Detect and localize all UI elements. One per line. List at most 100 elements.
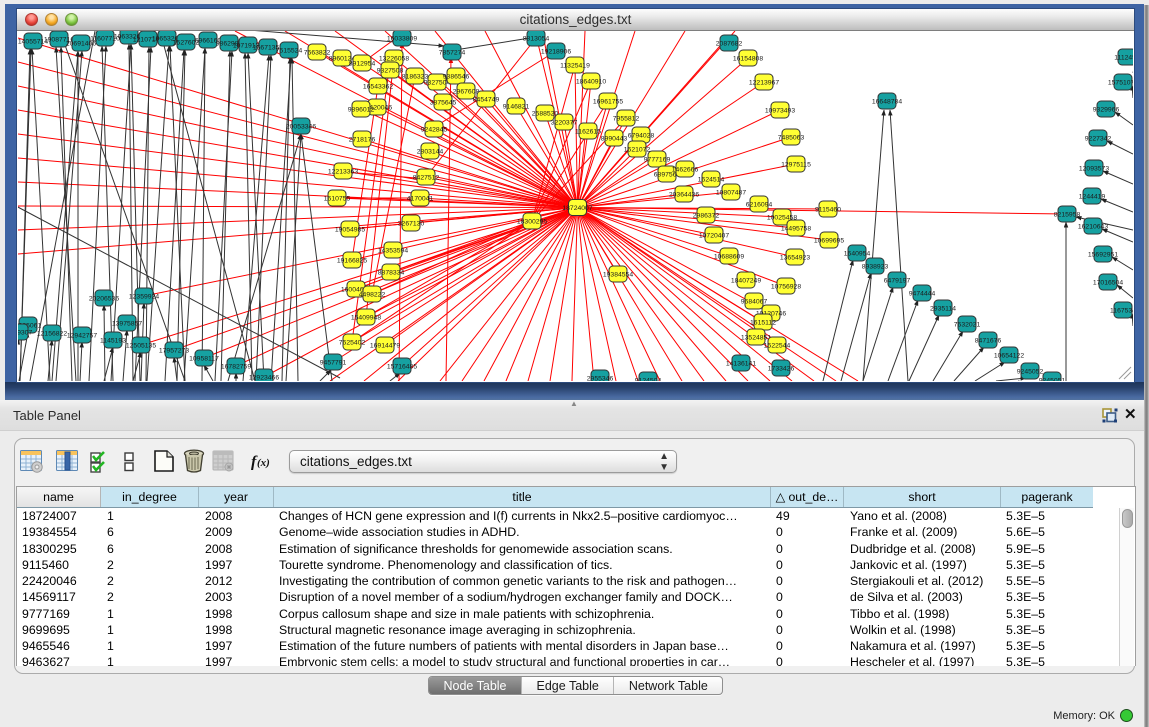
svg-text:16154808: 16154808 [733, 56, 763, 63]
svg-text:16961755: 16961755 [593, 99, 623, 106]
svg-text:13524851: 13524851 [741, 335, 771, 342]
svg-text:9457791: 9457791 [320, 360, 347, 367]
svg-text:9115460: 9115460 [815, 207, 841, 214]
svg-text:14495758: 14495758 [781, 226, 811, 233]
svg-text:1610755: 1610755 [324, 196, 351, 203]
svg-text:2955346: 2955346 [587, 376, 614, 382]
svg-text:6216094: 6216094 [746, 202, 773, 209]
svg-text:19384554: 19384554 [603, 272, 633, 279]
svg-text:1462666: 1462666 [672, 167, 699, 174]
svg-text:8878334: 8878334 [378, 270, 405, 277]
svg-text:15751074: 15751074 [1108, 80, 1133, 87]
svg-text:17957273: 17957273 [159, 348, 189, 355]
svg-text:13226058: 13226058 [379, 56, 409, 63]
svg-text:1167534: 1167534 [1110, 308, 1133, 315]
svg-text:12213363: 12213363 [328, 169, 358, 176]
svg-text:11325419: 11325419 [560, 63, 590, 70]
svg-text:8427512: 8427512 [413, 175, 440, 182]
svg-text:6479197: 6479197 [884, 278, 911, 285]
svg-text:9327508: 9327508 [377, 68, 404, 75]
svg-text:8990443: 8990443 [601, 136, 628, 143]
svg-text:15409948: 15409948 [351, 315, 381, 322]
svg-text:(x): (x) [257, 457, 270, 469]
svg-text:9474444: 9474444 [909, 291, 936, 298]
svg-text:12942757: 12942757 [67, 333, 97, 340]
svg-text:10807487: 10807487 [716, 190, 746, 197]
svg-text:8215958: 8215958 [1054, 212, 1081, 219]
svg-text:13654923: 13654923 [780, 255, 810, 262]
svg-text:7515524: 7515524 [276, 48, 303, 55]
svg-text:18300295: 18300295 [517, 219, 547, 226]
svg-text:12975115: 12975115 [781, 162, 811, 169]
svg-text:10654122: 10654122 [994, 353, 1024, 360]
svg-text:20206536: 20206536 [89, 296, 119, 303]
svg-text:3919307: 3919307 [18, 330, 32, 337]
svg-text:9896012: 9896012 [348, 107, 375, 114]
svg-text:20053346: 20053346 [286, 124, 316, 131]
svg-text:3875645: 3875645 [430, 100, 457, 107]
svg-text:4498222: 4498222 [359, 292, 386, 299]
svg-text:1522544: 1522544 [764, 343, 791, 350]
svg-text:9245051: 9245051 [1039, 378, 1066, 382]
svg-text:1624514: 1624514 [698, 177, 725, 184]
svg-text:1112453: 1112453 [1114, 55, 1133, 62]
svg-text:3220377: 3220377 [551, 120, 578, 127]
svg-text:8454749: 8454749 [473, 97, 500, 104]
svg-text:1621072: 1621072 [624, 147, 651, 154]
svg-text:7632021: 7632021 [954, 322, 981, 329]
svg-text:18724007: 18724007 [562, 205, 592, 212]
svg-text:18640910: 18640910 [576, 79, 606, 86]
svg-text:7857274: 7857274 [439, 50, 466, 57]
svg-text:20364436: 20364436 [669, 192, 699, 199]
svg-text:10688609: 10688609 [714, 254, 744, 261]
svg-text:10958117: 10958117 [189, 356, 219, 363]
svg-text:8471676: 8471676 [975, 338, 1002, 345]
svg-text:12923466: 12923466 [249, 375, 279, 382]
svg-text:1733426: 1733426 [768, 366, 795, 373]
svg-text:9327504: 9327504 [424, 80, 451, 87]
svg-text:9684067: 9684067 [741, 299, 768, 306]
svg-text:8912954: 8912954 [349, 61, 376, 68]
svg-text:13975857: 13975857 [112, 321, 142, 328]
svg-text:7955812: 7955812 [613, 116, 640, 123]
svg-text:16210643: 16210643 [1078, 224, 1108, 231]
svg-text:10720407: 10720407 [699, 233, 729, 240]
svg-text:2087682: 2087682 [716, 41, 743, 48]
svg-text:2967608: 2967608 [453, 89, 480, 96]
svg-text:19054985: 19054985 [335, 227, 365, 234]
svg-text:10699695: 10699695 [814, 238, 844, 245]
svg-text:2803144: 2803144 [417, 149, 444, 156]
svg-text:14353594: 14353594 [378, 248, 408, 255]
svg-text:3267130: 3267130 [398, 221, 425, 228]
svg-text:1145193: 1145193 [100, 338, 126, 345]
svg-text:1640954: 1640954 [844, 251, 871, 258]
svg-text:10756928: 10756928 [771, 284, 801, 291]
svg-text:15716485: 15716485 [387, 364, 417, 371]
svg-text:1244419: 1244419 [1079, 194, 1106, 201]
svg-text:9124504: 9124504 [635, 378, 662, 382]
svg-text:8938923: 8938923 [862, 264, 889, 271]
svg-text:7663822: 7663822 [304, 50, 331, 57]
svg-text:9227342: 9227342 [1085, 136, 1112, 143]
svg-text:4170041: 4170041 [407, 196, 434, 203]
svg-text:8813054: 8813054 [523, 36, 550, 43]
svg-text:2588520: 2588520 [532, 111, 559, 118]
svg-text:16914479: 16914479 [370, 343, 400, 350]
svg-text:9386546: 9386546 [443, 74, 470, 81]
svg-text:7625402: 7625402 [339, 340, 366, 347]
svg-text:14136141: 14136141 [726, 361, 756, 368]
svg-text:12093573: 12093573 [1079, 166, 1109, 173]
svg-text:2935114: 2935114 [930, 306, 956, 313]
svg-text:16033809: 16033809 [387, 36, 417, 43]
svg-text:9329966: 9329966 [1093, 107, 1120, 114]
svg-text:19218906: 19218906 [541, 49, 571, 56]
svg-text:7485063: 7485063 [778, 135, 805, 142]
svg-text:9242845: 9242845 [421, 127, 448, 134]
svg-text:9146821: 9146821 [503, 104, 530, 111]
svg-text:19166825: 19166825 [337, 258, 367, 265]
svg-text:16782759: 16782759 [221, 364, 251, 371]
svg-text:6794028: 6794028 [628, 133, 655, 140]
svg-text:12156822: 12156822 [37, 331, 67, 338]
svg-text:16648784: 16648784 [872, 99, 902, 106]
svg-text:9245052: 9245052 [1017, 369, 1044, 376]
